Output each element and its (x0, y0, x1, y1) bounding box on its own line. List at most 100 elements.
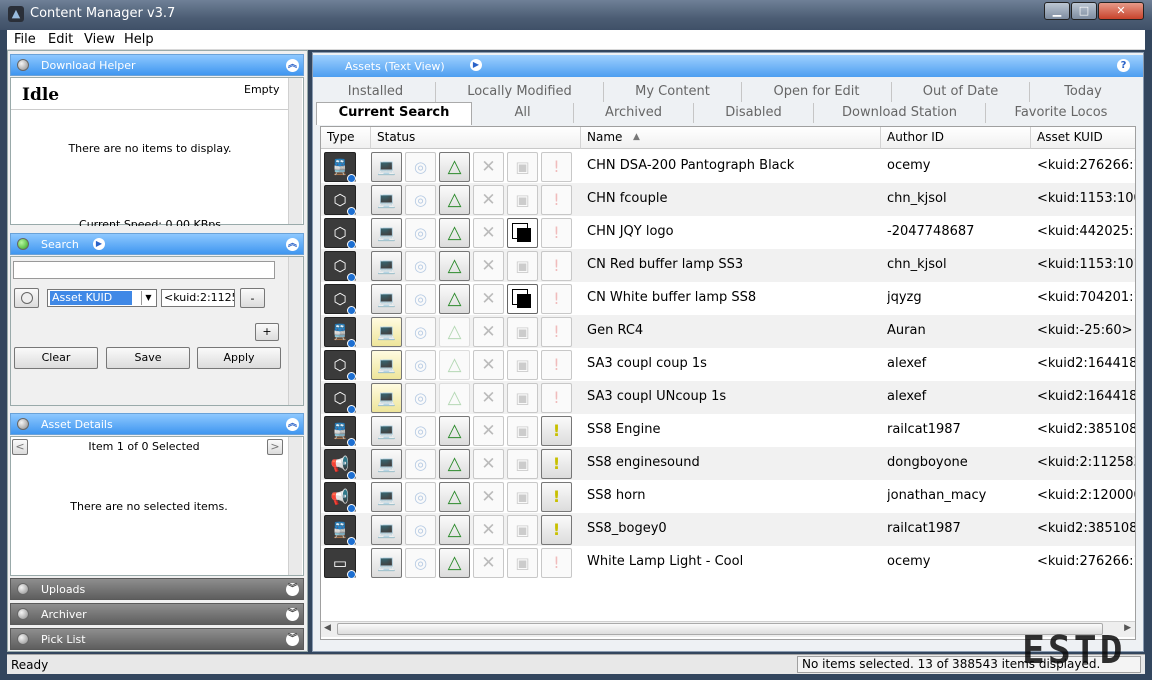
column-header-author[interactable]: Author ID (881, 127, 1031, 149)
warning-icon: ! (541, 152, 572, 182)
validity-triangle-icon: △ (439, 416, 470, 446)
asset-name: CHN JQY logo (587, 224, 674, 239)
tools-icon: ✕ (473, 416, 504, 446)
save-button[interactable]: Save (106, 347, 190, 369)
uploads-header[interactable]: Uploads ︾ (10, 578, 304, 600)
installed-laptop-icon: 💻 (371, 251, 402, 281)
search-toggle-button[interactable] (14, 288, 39, 308)
scrollbar[interactable] (288, 78, 302, 224)
search-title: Search (41, 238, 79, 251)
minimize-button[interactable]: ▁ (1044, 2, 1070, 20)
collapse-chevron-icon[interactable]: ︽ (286, 59, 299, 72)
installed-badge-icon (347, 306, 356, 315)
column-header-name[interactable]: Name ▲ (581, 127, 881, 149)
expand-chevron-icon[interactable]: ︾ (286, 633, 299, 646)
table-row[interactable]: 🚆 💻 ◎ △ ✕ ▣! Gen RC4 Auran <kuid:-25:60> (321, 315, 1135, 348)
download-station-icon: ◎ (405, 548, 436, 578)
table-row[interactable]: ⬡ 💻 ◎ △ ✕! CN White buffer lamp SS8 jqyzg <kuid… (321, 282, 1135, 315)
asset-details-header[interactable]: Asset Details ︽ (10, 413, 304, 435)
status-light-icon (17, 418, 29, 430)
assets-title: Assets (Text View) (345, 60, 445, 73)
apply-button[interactable]: Apply (197, 347, 281, 369)
table-row[interactable]: ⬡ 💻 ◎ △ ✕! CHN JQY logo -2047748687 <kuid:44202… (321, 216, 1135, 249)
tab-download-station[interactable]: Download Station (814, 103, 986, 123)
play-arrow-icon[interactable]: ▶ (93, 238, 105, 250)
download-state: Idle (22, 85, 60, 105)
table-row[interactable]: 🚆 💻 ◎ △ ✕ ▣! SS8 Engine railcat1987 <kuid2:38510… (321, 414, 1135, 447)
archiver-header[interactable]: Archiver ︾ (10, 603, 304, 625)
table-row[interactable]: 📢 💻 ◎ △ ✕ ▣! SS8 enginesound dongboyone <kuid:2:… (321, 447, 1135, 480)
download-station-icon: ◎ (405, 218, 436, 248)
horizontal-scrollbar[interactable]: ◀ ▶ (321, 621, 1135, 637)
field-select[interactable]: Asset KUID ▼ (47, 289, 157, 307)
status-light-icon (17, 583, 29, 595)
tab-favorite-locos[interactable]: Favorite Locos (986, 103, 1136, 123)
next-item-button[interactable]: > (267, 439, 283, 455)
scrollbar[interactable] (288, 437, 302, 575)
table-row[interactable]: ▭ 💻 ◎ △ ✕ ▣! White Lamp Light - Cool ocemy <kuid… (321, 546, 1135, 579)
menu-view[interactable]: View (84, 32, 115, 47)
tools-icon: ✕ (473, 317, 504, 347)
download-station-icon: ◎ (405, 152, 436, 182)
locally-modified-icon: 💻 (371, 350, 402, 380)
tab-out-of-date[interactable]: Out of Date (892, 82, 1030, 102)
tab-current-search[interactable]: Current Search (316, 102, 472, 125)
close-button[interactable]: ✕ (1098, 2, 1144, 20)
menu-help[interactable]: Help (124, 32, 154, 47)
asset-author: chn_kjsol (887, 257, 947, 272)
copy-icon: ▣ (507, 482, 538, 512)
table-row[interactable]: ⬡ 💻 ◎ △ ✕ ▣! SA3 coupl UNcoup 1s alexef <kuid2:1… (321, 381, 1135, 414)
column-header-type[interactable]: Type (321, 127, 371, 149)
warning-icon: ! (541, 416, 572, 446)
tools-icon: ✕ (473, 185, 504, 215)
table-row[interactable]: ⬡ 💻 ◎ △ ✕ ▣! SA3 coupl coup 1s alexef <kuid2:164… (321, 348, 1135, 381)
expand-chevron-icon[interactable]: ︾ (286, 608, 299, 621)
status-light-icon (17, 633, 29, 645)
menu-file[interactable]: File (14, 32, 36, 47)
search-header[interactable]: Search ▶ ︽ (10, 233, 304, 255)
asset-author: alexef (887, 389, 927, 404)
tab-disabled[interactable]: Disabled (694, 103, 814, 123)
add-criteria-button[interactable]: + (255, 323, 279, 341)
installed-laptop-icon: 💻 (371, 152, 402, 182)
window-title: Content Manager v3.7 (30, 6, 176, 21)
play-arrow-icon[interactable]: ▶ (470, 59, 482, 71)
kuid-input[interactable]: <kuid:2:11258 (161, 289, 235, 307)
validity-triangle-icon: △ (439, 152, 470, 182)
asset-name: CN White buffer lamp SS8 (587, 290, 757, 305)
tab-locally-modified[interactable]: Locally Modified (436, 82, 604, 102)
table-row[interactable]: ⬡ 💻 ◎ △ ✕ ▣! CN Red buffer lamp SS3 chn_kjsol <k… (321, 249, 1135, 282)
table-row[interactable]: ⬡ 💻 ◎ △ ✕ ▣! CHN fcouple chn_kjsol <kuid:1153:10… (321, 183, 1135, 216)
search-input[interactable] (13, 261, 275, 279)
download-helper-header[interactable]: Download Helper ︽ (10, 54, 304, 76)
maximize-button[interactable]: □ (1071, 2, 1097, 20)
tab-archived[interactable]: Archived (574, 103, 694, 123)
table-row[interactable]: 📢 💻 ◎ △ ✕ ▣! SS8 horn jonathan_macy <kuid:2:1200… (321, 480, 1135, 513)
collapse-chevron-icon[interactable]: ︽ (286, 418, 299, 431)
tab-my-content[interactable]: My Content (604, 82, 742, 102)
copy-icon: ▣ (507, 416, 538, 446)
tab-installed[interactable]: Installed (316, 82, 436, 102)
scroll-left-icon[interactable]: ◀ (324, 623, 331, 633)
tab-all[interactable]: All (472, 103, 574, 123)
column-header-kuid[interactable]: Asset KUID (1031, 127, 1135, 149)
scrollbar[interactable] (288, 257, 302, 405)
help-icon[interactable]: ? (1117, 59, 1130, 72)
clear-button[interactable]: Clear (14, 347, 98, 369)
table-row[interactable]: 🚆 💻 ◎ △ ✕ ▣! CHN DSA-200 Pantograph Black ocemy… (321, 150, 1135, 183)
pick-list-header[interactable]: Pick List ︾ (10, 628, 304, 650)
installed-badge-icon (347, 372, 356, 381)
tab-today[interactable]: Today (1030, 82, 1136, 102)
search-body: Asset KUID ▼ <kuid:2:11258 - + Clear Sav… (10, 256, 304, 406)
table-row[interactable]: 🚆 💻 ◎ △ ✕ ▣! SS8_bogey0 railcat1987 <kuid2:38510… (321, 513, 1135, 546)
expand-chevron-icon[interactable]: ︾ (286, 583, 299, 596)
scroll-thumb[interactable] (337, 623, 1103, 635)
tools-icon: ✕ (473, 284, 504, 314)
column-header-status[interactable]: Status (371, 127, 581, 149)
remove-criteria-button[interactable]: - (240, 288, 265, 308)
collapse-chevron-icon[interactable]: ︽ (286, 238, 299, 251)
tools-icon: ✕ (473, 350, 504, 380)
menu-edit[interactable]: Edit (48, 32, 73, 47)
tab-open-for-edit[interactable]: Open for Edit (742, 82, 892, 102)
dropdown-arrow-icon[interactable]: ▼ (141, 291, 155, 305)
